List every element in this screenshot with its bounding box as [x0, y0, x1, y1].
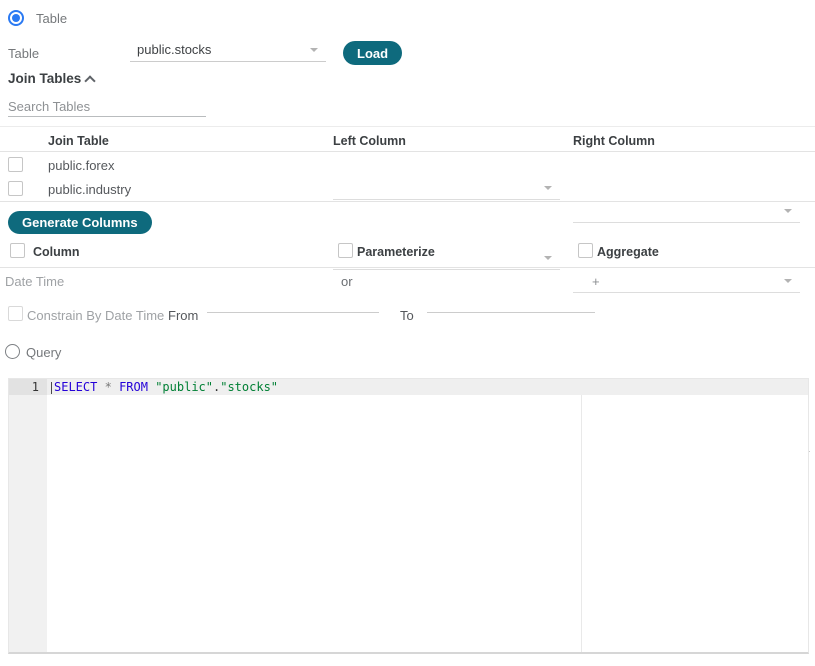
table-select-value: public.stocks [137, 42, 211, 57]
join-tables-title: Join Tables [8, 71, 81, 86]
code-line[interactable]: SELECT * FROM "public"."stocks" [51, 379, 808, 395]
table-radio[interactable] [8, 10, 24, 26]
chevron-down-icon [784, 209, 792, 213]
line-number: 1 [9, 379, 39, 395]
parameterize-all-checkbox[interactable] [338, 243, 353, 258]
right-column-select[interactable] [573, 270, 800, 293]
join-table-top-border [0, 126, 815, 127]
join-table-bottom-border [0, 201, 815, 202]
chevron-down-icon [310, 48, 318, 52]
chevron-down-icon [784, 279, 792, 283]
datetime-row-label: Date Time [5, 274, 64, 289]
join-header-divider [0, 151, 815, 152]
columns-header-divider [0, 267, 815, 268]
right-column-select[interactable] [573, 200, 800, 223]
editor-gutter [9, 379, 47, 652]
query-radio[interactable] [5, 344, 20, 359]
load-button[interactable]: Load [343, 41, 402, 65]
join-row-checkbox[interactable] [8, 181, 23, 196]
join-row-checkbox[interactable] [8, 157, 23, 172]
table-select[interactable]: public.stocks [130, 39, 326, 62]
generate-columns-button[interactable]: Generate Columns [8, 211, 152, 234]
from-label: From [168, 308, 198, 323]
to-label: To [400, 308, 414, 323]
chevron-down-icon [544, 256, 552, 260]
or-label: or [341, 274, 353, 289]
table-radio-label: Table [36, 11, 67, 26]
search-tables-input[interactable] [8, 96, 206, 117]
join-row-table-name: public.industry [48, 182, 131, 197]
radio-dot [12, 14, 20, 22]
plus-label: + [592, 274, 600, 289]
right-column-header: Right Column [573, 134, 655, 148]
aggregate-header-label: Aggregate [597, 245, 659, 259]
parameterize-header-label: Parameterize [357, 245, 435, 259]
chevron-down-icon [544, 186, 552, 190]
from-input[interactable] [207, 292, 379, 313]
constrain-label: Constrain By Date Time [27, 308, 164, 323]
aggregate-all-checkbox[interactable] [578, 243, 593, 258]
constrain-checkbox[interactable] [8, 306, 23, 321]
query-radio-label: Query [26, 345, 61, 360]
to-input[interactable] [427, 292, 595, 313]
column-select-all-checkbox[interactable] [10, 243, 25, 258]
sql-editor[interactable]: 1 SELECT * FROM "public"."stocks" [8, 378, 809, 654]
text-cursor [51, 382, 52, 394]
join-row-table-name: public.forex [48, 158, 114, 173]
table-field-label: Table [8, 46, 39, 61]
left-column-select[interactable] [333, 177, 560, 200]
left-column-header: Left Column [333, 134, 406, 148]
column-header-label: Column [33, 245, 80, 259]
join-row-forex: public.forex [0, 23, 815, 69]
print-margin-ruler [581, 379, 582, 652]
join-table-header: Join Table [48, 134, 109, 148]
table-mode-row: Table [8, 10, 67, 26]
